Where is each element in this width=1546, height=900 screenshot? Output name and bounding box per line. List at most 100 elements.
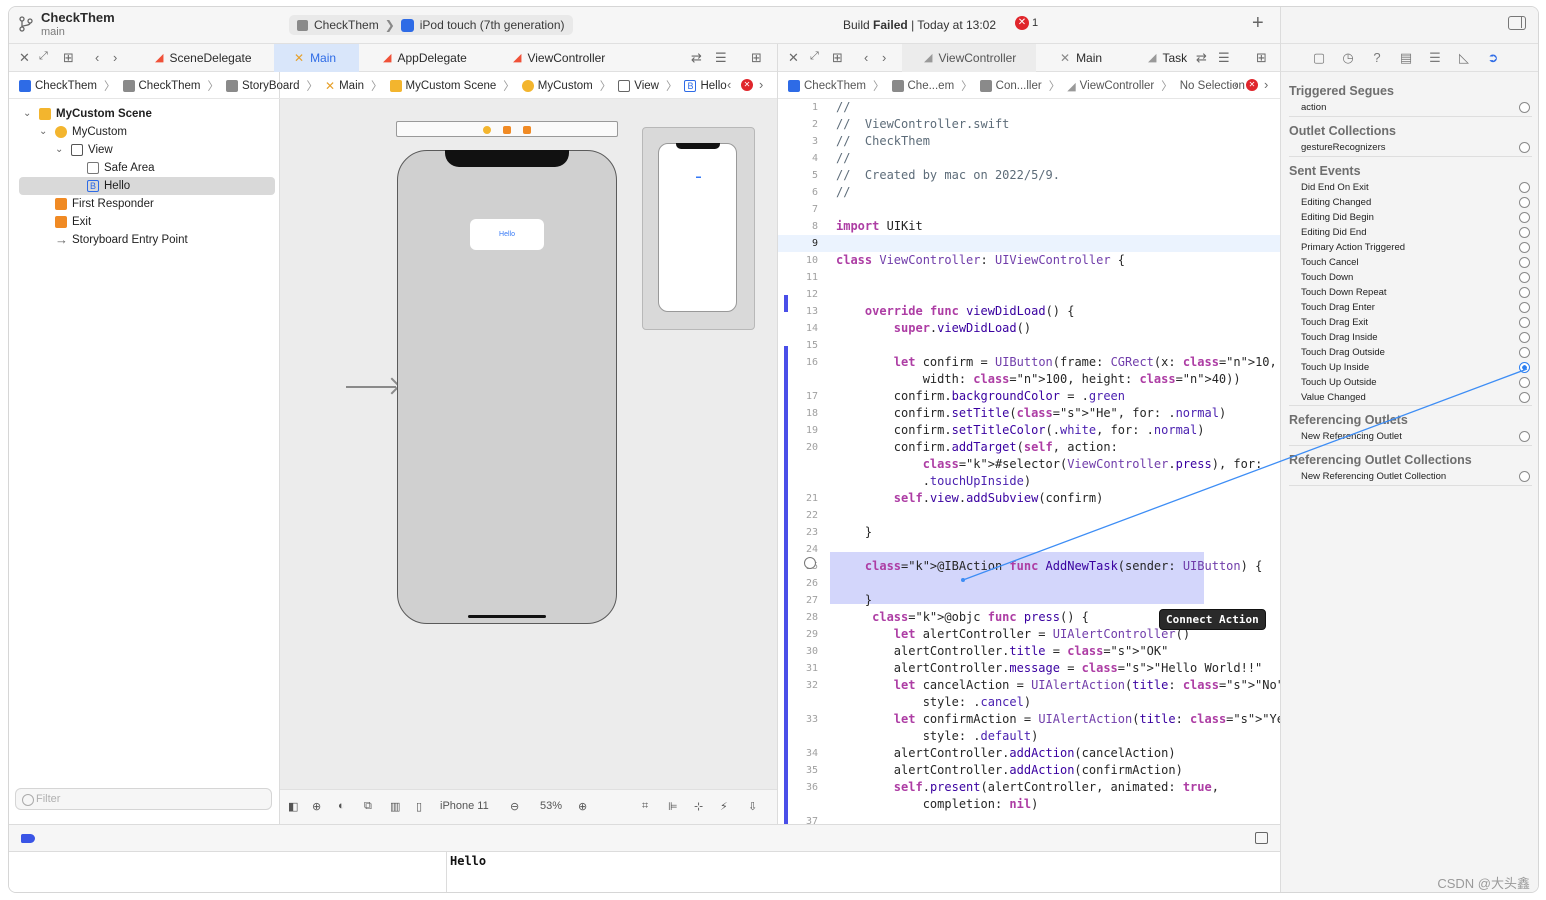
forward-icon[interactable]: › <box>113 50 117 65</box>
code-line[interactable]: 20 confirm.addTarget(self, action: <box>778 439 1281 456</box>
identity-inspector-icon[interactable]: ▤ <box>1398 50 1414 66</box>
code-line[interactable]: 22 <box>778 507 1281 524</box>
scheme-name[interactable]: CheckThem <box>314 18 379 32</box>
connection-circle-icon[interactable] <box>1519 242 1530 253</box>
code-line[interactable]: 8 import UIKit <box>778 218 1281 235</box>
sent-event-row[interactable]: Primary Action Triggered <box>1289 240 1532 255</box>
sent-event-row[interactable]: Touch Cancel <box>1289 255 1532 270</box>
connection-circle-icon[interactable] <box>1519 227 1530 238</box>
chevron-down-icon[interactable]: ⌄ <box>55 141 63 159</box>
sent-event-row[interactable]: Touch Drag Exit <box>1289 315 1532 330</box>
crumb-project[interactable]: CheckThem <box>35 80 97 92</box>
connection-circle-icon[interactable] <box>1519 302 1530 313</box>
code-line[interactable]: 10 class ViewController: UIViewController… <box>778 252 1281 269</box>
sent-event-row[interactable]: Touch Up Outside <box>1289 375 1532 390</box>
add-icon[interactable]: + <box>1252 12 1264 35</box>
code-line[interactable]: 34 alertController.addAction(cancelActio… <box>778 745 1281 762</box>
connection-circle-icon[interactable] <box>1519 347 1530 358</box>
new-outlet-row[interactable]: New Referencing Outlet <box>1289 429 1532 446</box>
code-line[interactable]: 7 <box>778 201 1281 218</box>
size-inspector-icon[interactable]: ◺ <box>1456 50 1472 66</box>
orientation-icon[interactable]: ⧉ <box>364 800 372 813</box>
sent-event-row[interactable]: Did End On Exit <box>1289 180 1532 195</box>
tab-main-editor[interactable]: ✕ Main <box>1060 44 1140 72</box>
code-line[interactable]: 27 } <box>778 592 1281 609</box>
outline-exit[interactable]: Exit <box>9 213 279 231</box>
source-code[interactable]: 1//2// ViewController.swift 3// CheckThem… <box>778 99 1281 824</box>
code-line[interactable]: completion: nil) <box>778 796 1281 813</box>
code-line[interactable]: 18 confirm.setTitle(class="s">"He", for:… <box>778 405 1281 422</box>
close-icon[interactable]: ✕ <box>788 50 799 66</box>
project-name[interactable]: CheckThem <box>41 10 115 25</box>
code-line[interactable]: width: class="n">100, height: class="n">… <box>778 371 1281 388</box>
code-line[interactable]: 36 self.present(alertController, animate… <box>778 779 1281 796</box>
connection-circle-icon[interactable] <box>1519 257 1530 268</box>
error-indicator[interactable]: ✕ 1 <box>1015 16 1038 30</box>
resolve-icon[interactable]: ⚡ <box>720 800 728 813</box>
connection-circle-icon[interactable] <box>1519 471 1530 482</box>
crumb-group[interactable]: CheckThem <box>139 80 201 92</box>
entry-point-arrow[interactable] <box>346 386 396 388</box>
attributes-inspector-icon[interactable]: ☰ <box>1427 50 1443 66</box>
code-line[interactable]: style: .default) <box>778 728 1281 745</box>
code-line[interactable]: 32 let cancelAction = UIAlertAction(titl… <box>778 677 1281 694</box>
code-line[interactable]: 4// <box>778 150 1281 167</box>
chevron-down-icon[interactable]: ⌄ <box>23 105 31 123</box>
expand-icon[interactable]: ⤢ <box>39 50 48 63</box>
zoom-out-icon[interactable]: ⊖ <box>510 800 519 813</box>
outline-scene[interactable]: ⌄ MyCustom Scene <box>9 105 279 123</box>
sent-event-row[interactable]: Touch Drag Inside <box>1289 330 1532 345</box>
code-line[interactable]: 30 alertController.title = class="s">"OK… <box>778 643 1281 660</box>
file-inspector-icon[interactable]: ▢ <box>1311 50 1327 66</box>
pin-icon[interactable]: ⊹ <box>694 800 703 813</box>
tab-scenedelegate[interactable]: ◢ SceneDelegate <box>155 44 260 72</box>
back-icon[interactable]: ‹ <box>1234 77 1238 92</box>
close-icon[interactable]: ✕ <box>19 50 30 66</box>
menu-lines-icon[interactable]: ☰ <box>1218 50 1230 66</box>
chevron-down-icon[interactable]: ⌄ <box>39 123 47 141</box>
expand-icon[interactable]: ⤢ <box>810 50 819 63</box>
hello-button[interactable]: Hello <box>470 219 544 250</box>
connection-circle-icon[interactable] <box>1519 197 1530 208</box>
connection-circle-icon[interactable] <box>804 557 816 569</box>
code-line[interactable]: 26 <box>778 575 1281 592</box>
connection-circle-icon[interactable] <box>1519 392 1530 403</box>
connection-circle-icon[interactable] <box>1519 362 1530 373</box>
new-collection-row[interactable]: New Referencing Outlet Collection <box>1289 469 1532 486</box>
crumb-group[interactable]: Che...em <box>908 80 955 92</box>
code-line[interactable]: 17 confirm.backgroundColor = .green <box>778 388 1281 405</box>
add-editor-icon[interactable]: ⊞ <box>1256 50 1267 66</box>
code-line[interactable]: 24 <box>778 541 1281 558</box>
breakpoint-icon[interactable] <box>21 834 35 843</box>
layout-icon[interactable]: ▥ <box>390 800 400 813</box>
crumb-folder[interactable]: Con...ller <box>996 80 1042 92</box>
console-toggle-icon[interactable] <box>1255 832 1268 844</box>
back-icon[interactable]: ‹ <box>95 50 99 65</box>
accessibility-icon[interactable]: ⊕ <box>312 800 321 813</box>
connection-circle-icon[interactable] <box>1519 142 1530 153</box>
crumb-project[interactable]: CheckThem <box>804 80 866 92</box>
code-line[interactable]: 33 let confirmAction = UIAlertAction(tit… <box>778 711 1281 728</box>
code-line[interactable]: 19 confirm.setTitleColor(.white, for: .n… <box>778 422 1281 439</box>
code-line[interactable]: 3// CheckThem <box>778 133 1281 150</box>
sent-event-row[interactable]: Touch Down <box>1289 270 1532 285</box>
code-line[interactable]: .touchUpInside) <box>778 473 1281 490</box>
filter-input[interactable]: Filter <box>15 788 272 810</box>
grid-icon[interactable]: ⊞ <box>832 50 843 66</box>
code-line[interactable]: 25 class="k">@IBAction func AddNewTask(s… <box>778 558 1281 575</box>
connection-circle-icon[interactable] <box>1519 431 1530 442</box>
sent-event-row[interactable]: Touch Drag Enter <box>1289 300 1532 315</box>
align-icon[interactable]: ⊫ <box>668 800 678 813</box>
sent-event-row[interactable]: Value Changed <box>1289 390 1532 405</box>
code-line[interactable]: 35 alertController.addAction(confirmActi… <box>778 762 1281 779</box>
outline-hello[interactable]: B Hello <box>19 177 275 195</box>
grid-icon[interactable]: ⊞ <box>63 50 74 66</box>
appearance-icon[interactable]: ◐ <box>338 800 345 812</box>
code-line[interactable]: 2// ViewController.swift <box>778 116 1281 133</box>
back-icon[interactable]: ‹ <box>864 50 868 65</box>
segue-action-row[interactable]: action <box>1289 100 1532 117</box>
device-selector[interactable]: iPhone 11 <box>440 800 489 812</box>
code-line[interactable]: 15 <box>778 337 1281 354</box>
storyboard-canvas[interactable]: Hello ▬ <box>280 99 777 789</box>
scene-dock[interactable] <box>396 121 618 137</box>
